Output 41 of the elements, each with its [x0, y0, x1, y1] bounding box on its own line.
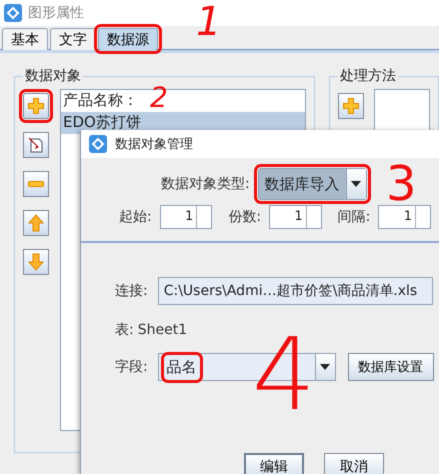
- annotation-number: 2: [150, 84, 168, 112]
- number-spinner[interactable]: 1: [160, 205, 212, 229]
- remove-button[interactable]: [23, 171, 49, 197]
- group-title: 数据对象: [24, 67, 82, 85]
- edit-button[interactable]: 编辑: [244, 453, 304, 474]
- field-label: 间隔:: [338, 208, 370, 226]
- move-up-button[interactable]: [23, 210, 49, 236]
- dropdown-button[interactable]: [314, 354, 335, 380]
- edit-button[interactable]: [23, 132, 49, 158]
- window-title: 图形属性: [28, 4, 84, 22]
- field-label: 起始:: [119, 208, 152, 226]
- table-name: Sheet1: [138, 322, 188, 338]
- dialog-title: 数据对象管理: [115, 136, 193, 153]
- cancel-button[interactable]: 取消: [324, 453, 384, 474]
- tab[interactable]: 文字: [50, 28, 96, 50]
- app-icon: [4, 4, 22, 22]
- down-arrow-icon: [27, 253, 45, 271]
- add-button[interactable]: [338, 93, 364, 119]
- field-label: 连接:: [115, 282, 148, 300]
- dropdown-button[interactable]: [346, 169, 366, 199]
- number-spinner[interactable]: 1: [378, 205, 431, 229]
- move-down-button[interactable]: [23, 249, 49, 275]
- caret-icon: [320, 364, 330, 370]
- caret-icon: [351, 181, 362, 187]
- number-spinner[interactable]: 1: [269, 205, 322, 229]
- connection-field[interactable]: C:\Users\Admi…超市价签\商品清单.xls: [158, 277, 433, 305]
- pencil-page-icon: [27, 136, 45, 154]
- annotation-number: 1: [196, 2, 222, 42]
- field-label: 份数:: [228, 208, 262, 226]
- list-item[interactable]: 产品名称：: [61, 90, 140, 112]
- tab[interactable]: 基本: [2, 28, 48, 50]
- database-settings-button[interactable]: 数据库设置: [348, 353, 434, 381]
- annotation-number: 3: [386, 160, 417, 208]
- app-icon: [89, 135, 107, 153]
- plus-icon: [27, 97, 45, 115]
- field-label: 字段:: [115, 358, 148, 376]
- field-label: 数据对象类型:: [161, 175, 250, 193]
- up-arrow-icon: [27, 214, 45, 232]
- group-title: 处理方法: [339, 67, 398, 85]
- field-label: 表:: [115, 321, 134, 339]
- plus-icon: [342, 97, 360, 115]
